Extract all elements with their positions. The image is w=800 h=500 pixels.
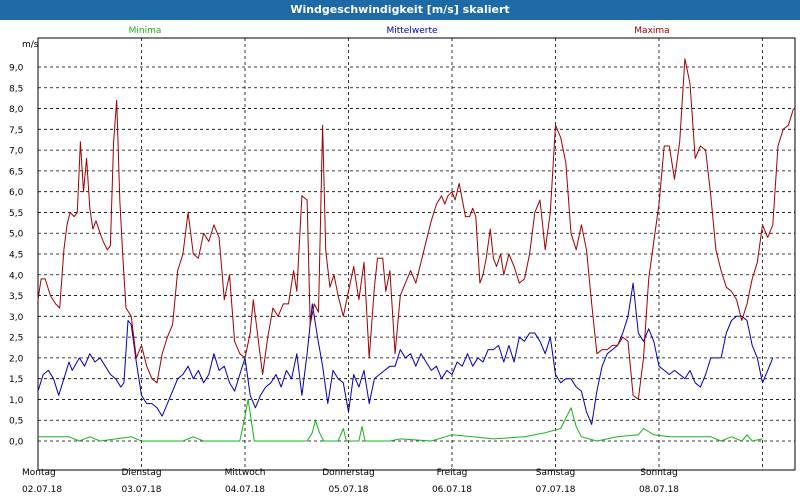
y-tick-label: 6,5 (9, 167, 23, 177)
wind-speed-chart: 0,0 0,5 1,0 1,5 2,0 2,5 3,0 3,5 4,0 4,5 5,0 5,5 6,0 6… (0, 20, 800, 500)
y-tick-label: 5,5 (9, 209, 23, 219)
y-tick-label: 2,0 (9, 354, 24, 364)
y-tick-label: 3,5 (9, 292, 23, 302)
y-tick-label: 8,0 (9, 105, 24, 115)
legend-label-maxima: Maxima (634, 26, 669, 36)
y-tick-label: 8,5 (9, 84, 23, 94)
y-tick-label: 3,0 (9, 313, 24, 323)
x-tick-date: 06.07.18 (432, 485, 472, 495)
y-tick-label: 1,5 (9, 375, 23, 385)
title-bar: Windgeschwindigkeit [m/s] skaliert (0, 0, 800, 20)
x-tick-date: 03.07.18 (121, 485, 161, 495)
y-tick-label: 9,0 (9, 64, 24, 74)
y-tick-label: 2,5 (9, 334, 23, 344)
y-tick-label: 0,0 (9, 438, 24, 448)
x-tick-weekday: Sonntag (640, 468, 677, 478)
x-tick-date: 04.07.18 (225, 485, 265, 495)
x-tick-weekday: Dienstag (121, 468, 161, 478)
x-tick-date: 05.07.18 (328, 485, 368, 495)
window-title: Windgeschwindigkeit [m/s] skaliert (290, 3, 510, 16)
x-tick-weekday: Montag (22, 468, 56, 478)
chart-background (0, 20, 800, 500)
y-tick-label: 6,0 (9, 188, 24, 198)
y-tick-label: 1,0 (9, 396, 24, 406)
x-tick-date: 08.07.18 (639, 485, 679, 495)
y-tick-label: 7,5 (9, 126, 23, 136)
x-tick-date: 02.07.18 (22, 485, 62, 495)
y-tick-label: 7,0 (9, 147, 24, 157)
y-axis-label: m/s (22, 40, 39, 50)
chart-window: Windgeschwindigkeit [m/s] skaliert 0,0 0,… (0, 0, 800, 500)
y-tick-label: 4,0 (9, 271, 24, 281)
x-tick-weekday: Freitag (437, 468, 468, 478)
y-tick-label: 4,5 (9, 251, 23, 261)
x-tick-weekday: Donnerstag (322, 468, 375, 478)
x-tick-date: 07.07.18 (535, 485, 575, 495)
legend-label-mittelwerte: Mittelwerte (386, 26, 437, 36)
x-tick-weekday: Mittwoch (225, 468, 266, 478)
x-tick-weekday: Samstag (536, 468, 575, 478)
y-tick-label: 0,5 (9, 417, 23, 427)
legend-label-minima: Minima (129, 26, 162, 36)
y-tick-label: 5,0 (9, 230, 24, 240)
